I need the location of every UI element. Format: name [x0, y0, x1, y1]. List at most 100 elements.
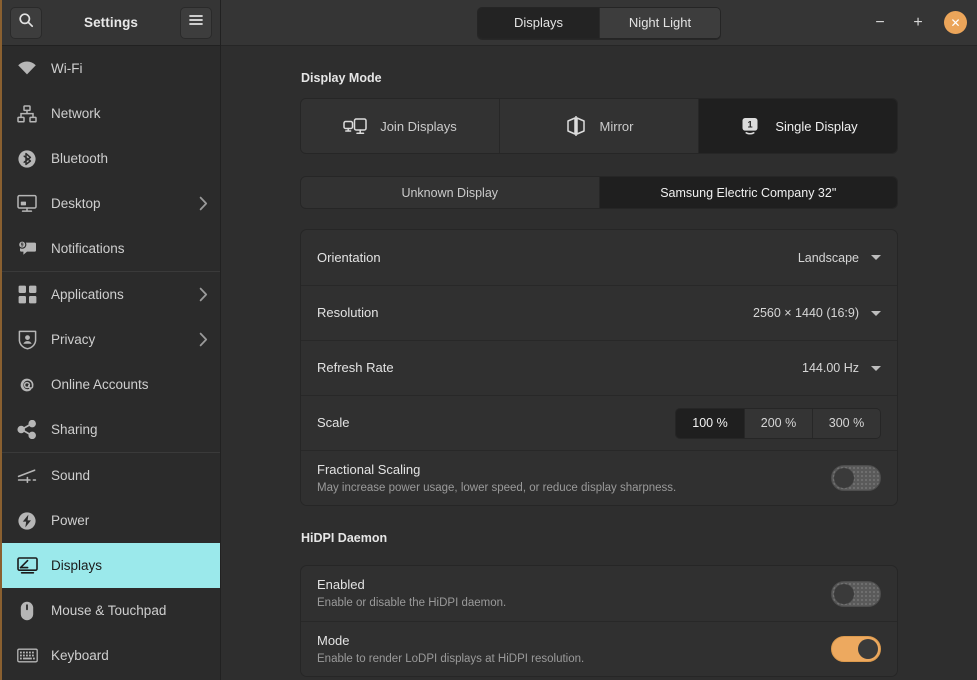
- scale-option-300[interactable]: 300 %: [812, 408, 880, 438]
- row-hidpi-mode: Mode Enable to render LoDPI displays at …: [301, 621, 897, 676]
- sidebar-title: Settings: [83, 15, 139, 30]
- close-button[interactable]: ✕: [944, 11, 967, 34]
- sidebar-header: Settings: [2, 0, 220, 46]
- sidebar-item-privacy[interactable]: Privacy: [2, 317, 220, 362]
- applications-icon: [16, 284, 38, 306]
- sidebar-item-displays[interactable]: Displays: [2, 543, 220, 588]
- notifications-icon: 9: [16, 238, 38, 260]
- sidebar: Settings Wi-Fi Network Bluetooth Desktop 9 No…: [2, 0, 221, 680]
- sidebar-item-mouse-touchpad[interactable]: Mouse & Touchpad: [2, 588, 220, 633]
- view-switcher: Displays Night Light: [221, 6, 977, 39]
- sidebar-item-wi-fi[interactable]: Wi-Fi: [2, 46, 220, 91]
- display-mode-single-display[interactable]: 1 Single Display: [698, 99, 897, 153]
- tab-displays[interactable]: Displays: [478, 7, 599, 38]
- hidpi-enabled-label: Enabled: [317, 577, 365, 592]
- scale-label: Scale: [317, 415, 350, 430]
- sidebar-item-sound[interactable]: Sound: [2, 453, 220, 498]
- sidebar-item-sharing[interactable]: Sharing: [2, 407, 220, 452]
- chevron-right-icon: [199, 287, 208, 302]
- fractional-scaling-label: Fractional Scaling: [317, 461, 421, 477]
- sidebar-item-label: Mouse & Touchpad: [51, 603, 167, 618]
- sidebar-item-label: Keyboard: [51, 648, 109, 663]
- sound-icon: [16, 465, 38, 487]
- join-displays-icon: [343, 117, 367, 135]
- sidebar-item-label: Bluetooth: [51, 151, 109, 166]
- hidpi-enabled-toggle[interactable]: [831, 580, 881, 607]
- row-labels: Mode Enable to render LoDPI displays at …: [317, 623, 831, 676]
- row-labels: Scale: [317, 405, 675, 441]
- scale-option-200[interactable]: 200 %: [744, 408, 812, 438]
- desktop-icon: [16, 193, 38, 215]
- resolution-label: Resolution: [317, 305, 379, 320]
- row-scale: Scale 100 % 200 % 300 %: [301, 395, 897, 450]
- keyboard-icon: [16, 645, 38, 667]
- sidebar-item-notifications[interactable]: 9 Notifications: [2, 226, 220, 271]
- hamburger-menu-icon: [188, 13, 204, 32]
- sidebar-item-desktop[interactable]: Desktop: [2, 181, 220, 226]
- sidebar-nav-list: Wi-Fi Network Bluetooth Desktop 9 Notificatio…: [2, 46, 220, 680]
- wifi-icon: [16, 58, 38, 80]
- row-fractional-scaling: Fractional Scaling May increase power us…: [301, 450, 897, 505]
- single-display-icon: 1: [738, 116, 762, 137]
- toggle-knob: [858, 639, 878, 659]
- hidpi-enabled-description: Enable or disable the HiDPI daemon.: [317, 597, 507, 609]
- chevron-down-icon: [871, 365, 881, 371]
- orientation-value: Landscape: [797, 250, 859, 265]
- sidebar-item-label: Power: [51, 513, 90, 528]
- row-orientation: Orientation Landscape: [301, 230, 897, 285]
- row-labels: Resolution: [317, 295, 753, 331]
- online-accounts-icon: [16, 374, 38, 396]
- hidpi-mode-toggle[interactable]: [831, 636, 881, 662]
- sidebar-item-keyboard[interactable]: Keyboard: [2, 633, 220, 678]
- sidebar-item-applications[interactable]: Applications: [2, 272, 220, 317]
- row-resolution: Resolution 2560 × 1440 (16:9): [301, 285, 897, 340]
- menu-button[interactable]: [180, 6, 212, 39]
- chevron-right-icon: [199, 332, 208, 347]
- sidebar-item-label: Sharing: [51, 422, 98, 437]
- sidebar-item-label: Wi-Fi: [51, 61, 83, 76]
- displays-icon: [16, 555, 38, 577]
- display-picker-samsung[interactable]: Samsung Electric Company 32": [598, 177, 897, 208]
- sharing-icon: [16, 419, 38, 441]
- row-labels: Orientation: [317, 240, 798, 276]
- sidebar-item-label: Network: [51, 106, 101, 121]
- minimize-button[interactable]: −: [868, 11, 892, 35]
- fractional-scaling-description: May increase power usage, lower speed, o…: [317, 481, 677, 494]
- display-picker-group: Unknown Display Samsung Electric Company…: [300, 176, 898, 209]
- sidebar-item-label: Notifications: [51, 241, 125, 256]
- display-mode-join-displays[interactable]: Join Displays: [301, 99, 499, 153]
- display-settings-card: Orientation Landscape Resolution 2560 × …: [300, 229, 898, 506]
- sidebar-item-label: Displays: [51, 558, 103, 573]
- search-icon: [18, 12, 34, 33]
- fractional-scaling-toggle[interactable]: [831, 465, 881, 491]
- search-button[interactable]: [10, 6, 42, 39]
- orientation-dropdown[interactable]: Landscape: [798, 251, 881, 265]
- sidebar-item-bluetooth[interactable]: Bluetooth: [2, 136, 220, 181]
- sidebar-item-network[interactable]: Network: [2, 91, 220, 136]
- hidpi-mode-description: Enable to render LoDPI displays at HiDPI…: [317, 652, 585, 665]
- bluetooth-icon: [16, 148, 38, 170]
- tab-night-light[interactable]: Night Light: [599, 7, 720, 38]
- refresh-rate-dropdown[interactable]: 144.00 Hz: [802, 361, 881, 375]
- hidpi-mode-label: Mode: [317, 632, 350, 648]
- privacy-icon: [16, 329, 38, 351]
- sidebar-item-online-accounts[interactable]: Online Accounts: [2, 362, 220, 407]
- scale-option-100[interactable]: 100 %: [676, 408, 744, 438]
- toggle-knob: [834, 468, 854, 488]
- chevron-down-icon: [871, 310, 881, 316]
- svg-text:1: 1: [748, 119, 753, 129]
- chevron-right-icon: [199, 196, 208, 211]
- sidebar-item-power[interactable]: Power: [2, 498, 220, 543]
- mirror-icon: [565, 116, 587, 136]
- maximize-button[interactable]: +: [906, 11, 930, 35]
- sidebar-item-label: Sound: [51, 468, 91, 483]
- row-hidpi-enabled: Enabled Enable or disable the HiDPI daem…: [301, 566, 897, 621]
- resolution-dropdown[interactable]: 2560 × 1440 (16:9): [753, 306, 881, 320]
- display-picker-unknown-display[interactable]: Unknown Display: [301, 177, 599, 208]
- row-labels: Refresh Rate: [317, 350, 802, 386]
- svg-text:9: 9: [21, 242, 24, 248]
- display-picker-label: Unknown Display: [401, 185, 499, 200]
- power-icon: [16, 510, 38, 532]
- main-region: DisplaysNight Light − + ✕ Display Mode: [221, 0, 977, 680]
- display-mode-mirror[interactable]: Mirror: [499, 99, 698, 153]
